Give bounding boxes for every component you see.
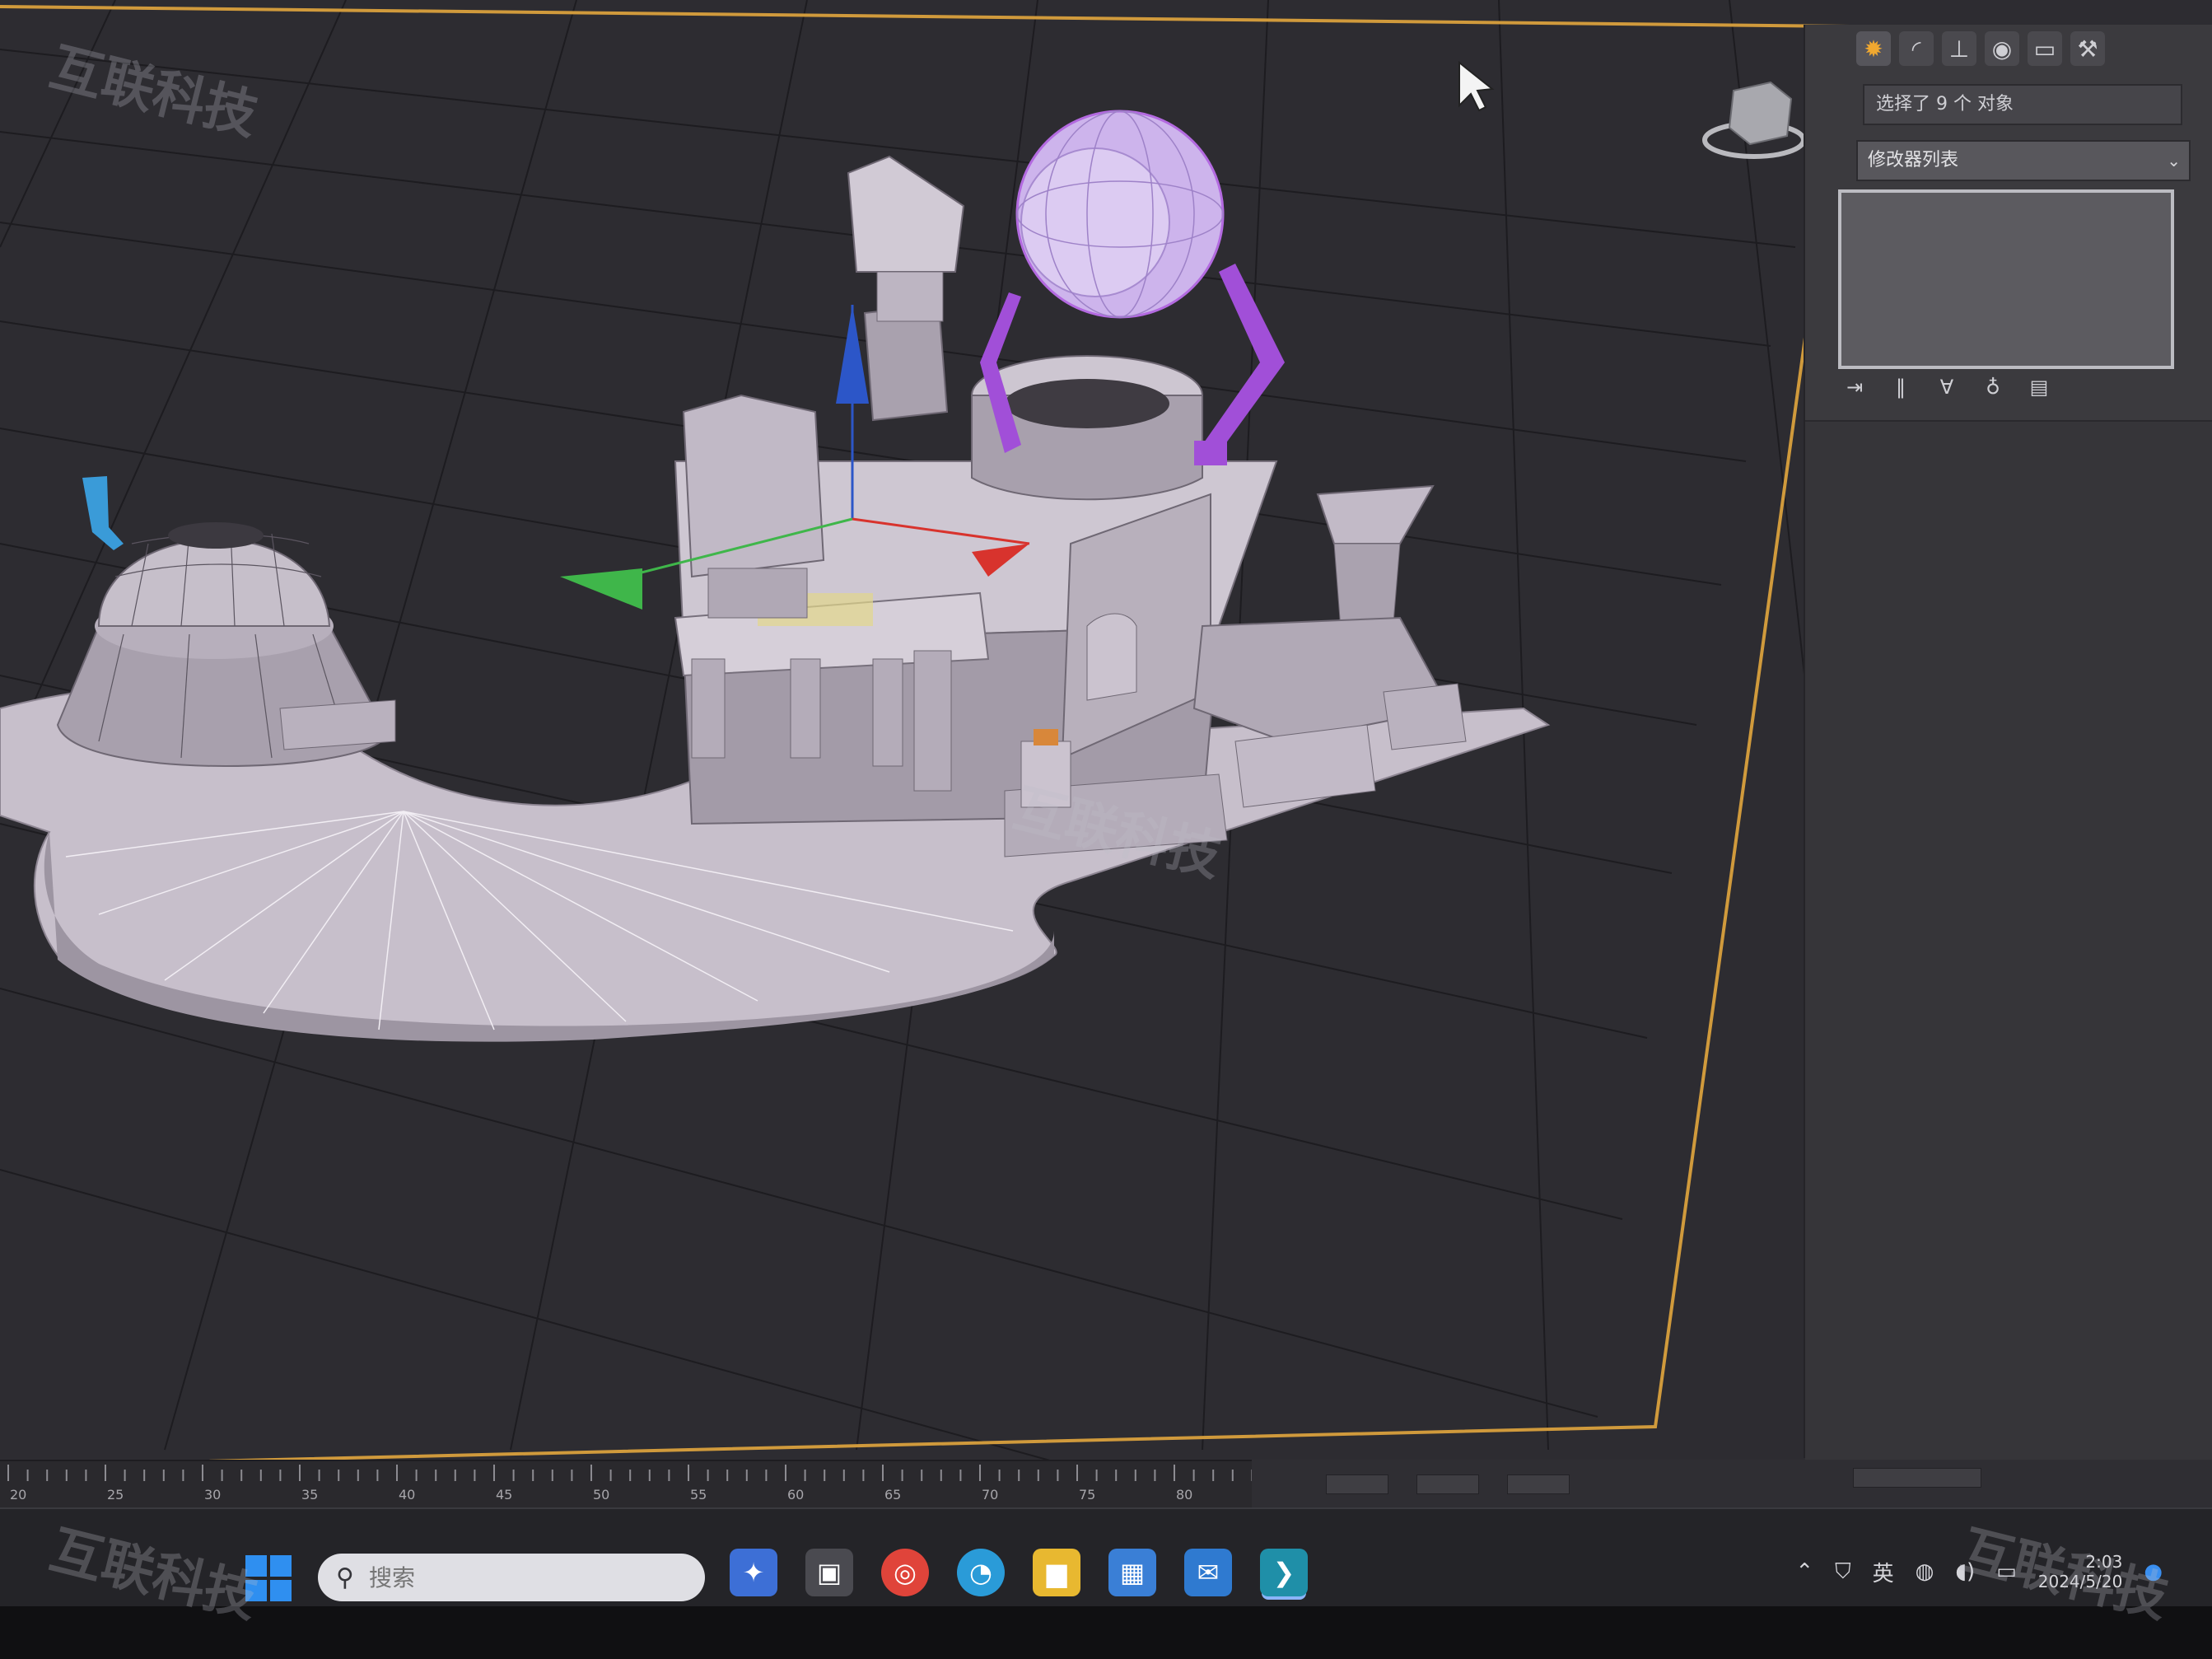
track-tick-label: 30 xyxy=(204,1487,221,1502)
remove-modifier-icon[interactable]: ♁ xyxy=(1976,371,2009,404)
file-explorer-icon[interactable]: ▆ xyxy=(1033,1549,1080,1596)
track-tick-label: 50 xyxy=(593,1487,609,1502)
modify-tab-curve-icon[interactable]: ◜ xyxy=(1899,31,1934,66)
create-tab-sun-icon[interactable]: ✹ xyxy=(1856,31,1891,66)
network-icon[interactable]: ◍ xyxy=(1916,1559,1934,1584)
track-tick-label: 20 xyxy=(10,1487,26,1502)
system-clock[interactable]: 2:03 2024/5/20 xyxy=(2038,1552,2123,1591)
3dsmax-app-icon[interactable]: ❯ xyxy=(1260,1549,1308,1596)
x-coordinate-field[interactable] xyxy=(1326,1474,1388,1494)
start-button-windows-icon[interactable] xyxy=(245,1555,292,1601)
motion-tab-circle-icon[interactable]: ◉ xyxy=(1985,31,2019,66)
pin-stack-icon[interactable]: ⇥ xyxy=(1838,371,1871,404)
z-coordinate-field[interactable] xyxy=(1507,1474,1570,1494)
modifier-stack-list[interactable] xyxy=(1838,189,2174,369)
viewcube[interactable] xyxy=(1702,81,1806,159)
track-tick-label: 55 xyxy=(690,1487,707,1502)
edge-app-icon[interactable]: ◔ xyxy=(957,1549,1005,1596)
track-tick-label: 45 xyxy=(496,1487,512,1502)
windows-taskbar: ⚲ ✦ ▣ ◎ ◔ ▆ ▦ ✉ ❯ ⌃ ⛉ 英 ◍ ◖) ▭ 2:03 2024… xyxy=(0,1507,2212,1608)
utilities-tab-hammer-icon[interactable]: ⚒ xyxy=(2070,31,2105,66)
auto-key-field[interactable] xyxy=(1853,1468,1981,1488)
configure-sets-icon[interactable]: ▤ xyxy=(2023,371,2056,404)
screen: ✹ ◜ ⊥ ◉ ▭ ⚒ 选择了 9 个 对象 修改器列表 ⌄ ⇥ ‖ ∀ ♁ ▤… xyxy=(0,0,2212,1659)
track-tick-label: 60 xyxy=(787,1487,804,1502)
chrome-app-icon[interactable]: ◎ xyxy=(881,1549,929,1596)
input-language-indicator[interactable]: 英 xyxy=(1873,1557,1894,1587)
rollout-area xyxy=(1805,420,2212,1460)
task-view-icon[interactable]: ▣ xyxy=(805,1549,853,1596)
command-panel: ✹ ◜ ⊥ ◉ ▭ ⚒ 选择了 9 个 对象 修改器列表 ⌄ ⇥ ‖ ∀ ♁ ▤ xyxy=(1804,25,2212,1460)
copilot-app-icon[interactable]: ✦ xyxy=(730,1549,777,1596)
track-tick-label: 80 xyxy=(1176,1487,1192,1502)
show-end-result-icon[interactable]: ‖ xyxy=(1884,371,1917,404)
taskbar-search-box[interactable]: ⚲ xyxy=(318,1554,705,1601)
notification-icon[interactable]: ● xyxy=(2144,1559,2163,1584)
display-tab-monitor-icon[interactable]: ▭ xyxy=(2028,31,2062,66)
volume-icon[interactable]: ◖) xyxy=(1955,1559,1975,1584)
command-panel-tabs: ✹ ◜ ⊥ ◉ ▭ ⚒ xyxy=(1856,31,2105,89)
selection-name-field[interactable]: 选择了 9 个 对象 xyxy=(1863,84,2182,125)
track-tick-label: 70 xyxy=(982,1487,998,1502)
battery-icon[interactable]: ▭ xyxy=(1996,1559,2017,1584)
scene-model[interactable] xyxy=(0,155,1551,1042)
make-unique-icon[interactable]: ∀ xyxy=(1930,371,1963,404)
track-tick-label: 40 xyxy=(399,1487,415,1502)
stack-toolbar: ⇥ ‖ ∀ ♁ ▤ xyxy=(1838,371,2056,404)
search-icon: ⚲ xyxy=(336,1563,354,1592)
chevron-down-icon: ⌄ xyxy=(2167,151,2181,171)
track-tick-label: 65 xyxy=(884,1487,901,1502)
system-tray: ⌃ ⛉ 英 ◍ ◖) ▭ 2:03 2024/5/20 ● xyxy=(1795,1552,2163,1591)
clock-date: 2024/5/20 xyxy=(2037,1572,2123,1591)
track-tick-label: 35 xyxy=(301,1487,318,1502)
clock-time: 2:03 xyxy=(2085,1552,2123,1572)
microsoft-store-icon[interactable]: ▦ xyxy=(1108,1549,1156,1596)
track-tick-label: 25 xyxy=(107,1487,124,1502)
modifier-list-label: 修改器列表 xyxy=(1868,150,1959,171)
mouse-cursor-icon xyxy=(1458,60,1495,112)
modifier-list-dropdown[interactable]: 修改器列表 ⌄ xyxy=(1856,140,2191,181)
taskbar-search-input[interactable] xyxy=(366,1563,667,1592)
shield-icon[interactable]: ⛉ xyxy=(1835,1559,1851,1585)
hierarchy-tab-icon[interactable]: ⊥ xyxy=(1942,31,1976,66)
track-tick-label: 75 xyxy=(1079,1487,1095,1502)
mail-app-icon[interactable]: ✉ xyxy=(1184,1549,1232,1596)
monitor-bezel xyxy=(0,1606,2212,1659)
y-coordinate-field[interactable] xyxy=(1416,1474,1479,1494)
chevron-up-icon[interactable]: ⌃ xyxy=(1795,1559,1813,1584)
